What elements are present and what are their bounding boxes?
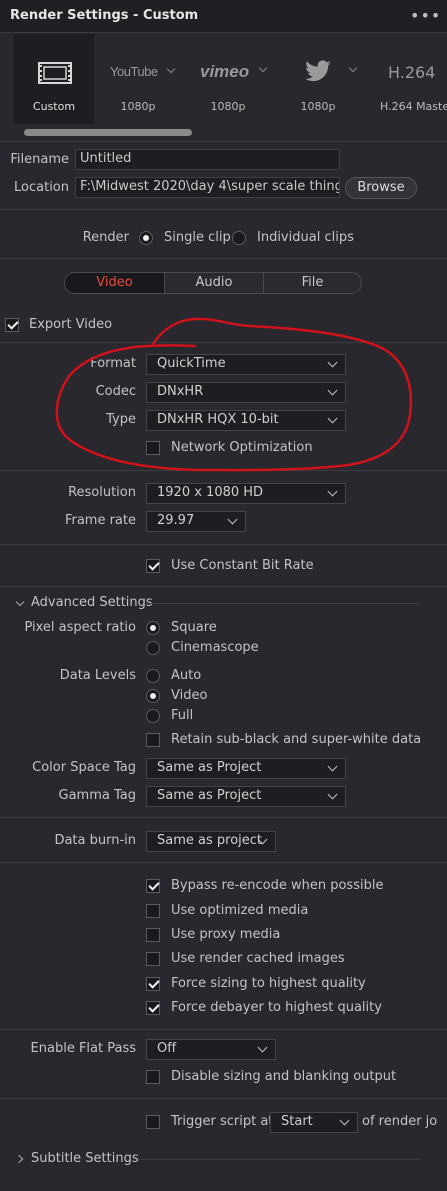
gamma-dropdown[interactable]: Same as Project <box>146 786 346 807</box>
levels-video-label: Video <box>171 688 208 703</box>
framerate-dropdown[interactable]: 29.97 <box>146 511 246 532</box>
burnin-dropdown[interactable]: Same as project <box>146 831 276 852</box>
levels-video-radio[interactable] <box>146 689 160 703</box>
color-space-dropdown[interactable]: Same as Project <box>146 758 346 779</box>
framerate-label: Frame rate <box>64 513 136 528</box>
force-debayer-label: Force debayer to highest quality <box>171 1000 382 1015</box>
divider <box>0 1029 447 1030</box>
trigger-script-checkbox[interactable] <box>146 1115 160 1129</box>
square-label: Square <box>171 620 217 635</box>
levels-full-label: Full <box>171 708 194 723</box>
proxy-media-checkbox[interactable] <box>146 928 160 942</box>
render-cached-label: Use render cached images <box>171 951 345 966</box>
burnin-label: Data burn-in <box>54 833 136 848</box>
framerate-value: 29.97 <box>157 513 195 528</box>
cinemascope-label: Cinemascope <box>171 640 259 655</box>
divider <box>0 544 447 545</box>
disable-sizing-label: Disable sizing and blanking output <box>171 1069 397 1084</box>
section-rule <box>148 603 420 604</box>
levels-full-radio[interactable] <box>146 709 160 723</box>
burnin-value: Same as project <box>157 833 263 848</box>
optimized-media-checkbox[interactable] <box>146 904 160 918</box>
subtitle-settings-header[interactable]: Subtitle Settings <box>31 1151 139 1166</box>
cinemascope-radio[interactable] <box>146 641 160 655</box>
bypass-reencode-label: Bypass re-encode when possible <box>171 878 384 893</box>
flat-pass-label: Enable Flat Pass <box>30 1041 136 1056</box>
gamma-value: Same as Project <box>157 788 262 803</box>
trigger-script-label: Trigger script at <box>171 1114 274 1129</box>
force-sizing-label: Force sizing to highest quality <box>171 976 366 991</box>
resolution-dropdown[interactable]: 1920 x 1080 HD <box>146 483 346 504</box>
retain-data-checkbox[interactable] <box>146 733 160 747</box>
optimized-media-label: Use optimized media <box>171 903 309 918</box>
disable-sizing-checkbox[interactable] <box>146 1070 160 1084</box>
section-rule <box>138 1159 420 1160</box>
retain-data-label: Retain sub-black and super-white data <box>171 732 422 747</box>
advanced-settings-header[interactable]: Advanced Settings <box>31 595 153 610</box>
render-cached-checkbox[interactable] <box>146 952 160 966</box>
data-levels-label: Data Levels <box>59 668 136 683</box>
force-sizing-checkbox[interactable] <box>146 977 160 991</box>
color-space-value: Same as Project <box>157 760 262 775</box>
resolution-value: 1920 x 1080 HD <box>157 485 264 500</box>
bypass-reencode-checkbox[interactable] <box>146 879 160 893</box>
resolution-label: Resolution <box>68 485 136 500</box>
color-space-label: Color Space Tag <box>32 760 136 775</box>
levels-auto-label: Auto <box>171 668 202 683</box>
trigger-script-dropdown[interactable]: Start <box>270 1112 358 1133</box>
trigger-script-value: Start <box>281 1114 313 1129</box>
constant-bitrate-checkbox[interactable] <box>146 559 160 573</box>
constant-bitrate-label: Use Constant Bit Rate <box>171 558 314 573</box>
divider <box>0 586 447 587</box>
divider <box>0 817 447 818</box>
flat-pass-value: Off <box>157 1041 177 1056</box>
gamma-label: Gamma Tag <box>58 788 136 803</box>
proxy-media-label: Use proxy media <box>171 927 281 942</box>
force-debayer-checkbox[interactable] <box>146 1001 160 1015</box>
levels-auto-radio[interactable] <box>146 669 160 683</box>
pixel-aspect-label: Pixel aspect ratio <box>24 620 136 635</box>
divider <box>0 1098 447 1099</box>
divider <box>0 862 447 863</box>
trigger-script-suffix: of render jo <box>362 1114 438 1129</box>
flat-pass-dropdown[interactable]: Off <box>146 1039 276 1060</box>
square-radio[interactable] <box>146 621 160 635</box>
